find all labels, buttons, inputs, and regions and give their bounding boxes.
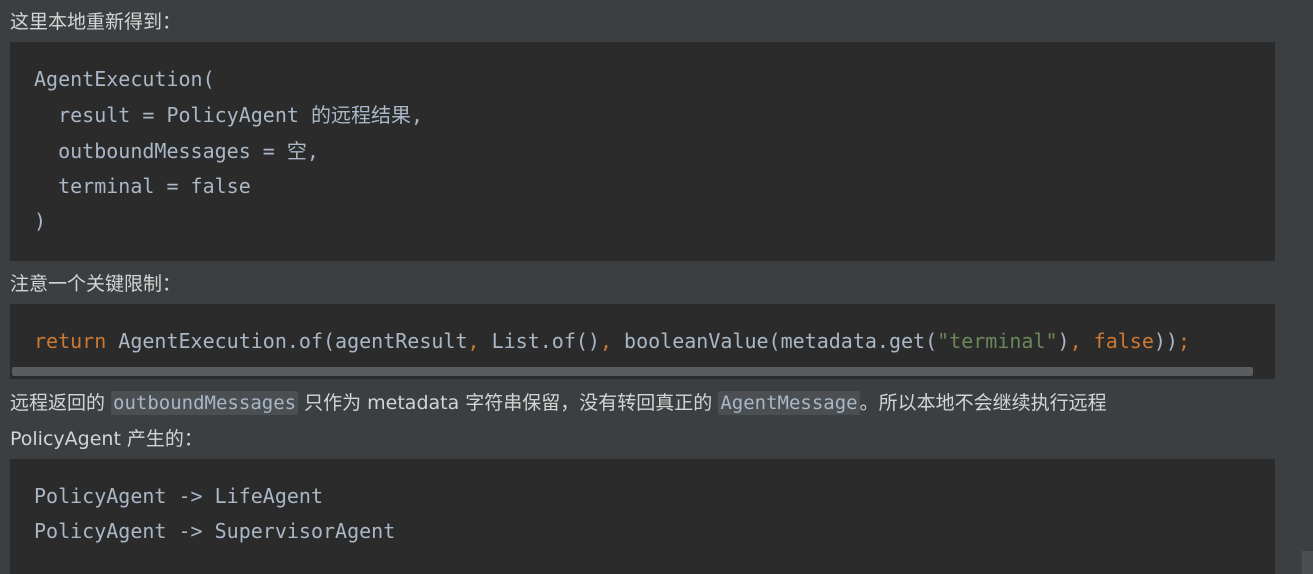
paragraph-explanation-line2: PolicyAgent 产生的：: [10, 428, 203, 450]
code-line: terminal = false: [34, 174, 251, 198]
code-line-return: return AgentExecution.of(agentResult, Li…: [34, 324, 1190, 359]
inline-code-outbound-messages: outboundMessages: [111, 391, 299, 415]
keyword-false: false: [1081, 329, 1154, 353]
inline-code-agent-message: AgentMessage: [718, 391, 860, 415]
paragraph-explanation: 远程返回的 outboundMessages 只作为 metadata 字符串保…: [10, 385, 1107, 421]
vertical-scrollbar[interactable]: [1302, 551, 1313, 574]
paragraph-intro: 这里本地重新得到：: [10, 11, 182, 33]
text: 。所以本地不会继续执行远程: [859, 392, 1107, 414]
code-block-agent-routes: PolicyAgent -> LifeAgent PolicyAgent -> …: [10, 459, 1275, 574]
paragraph-note: 注意一个关键限制：: [10, 273, 182, 295]
horizontal-scrollbar[interactable]: [10, 365, 1275, 379]
code-line: result = PolicyAgent 的远程结果,: [34, 103, 423, 127]
scrollbar-thumb[interactable]: [12, 367, 1253, 376]
keyword-return: return: [34, 329, 107, 353]
code-line: ): [34, 209, 47, 233]
code-block-return-statement: return AgentExecution.of(agentResult, Li…: [10, 304, 1275, 379]
comma: ,: [599, 329, 612, 353]
code-text: booleanValue(metadata.get(: [612, 329, 938, 353]
code-line: PolicyAgent -> SupervisorAgent: [34, 519, 396, 543]
code-line: PolicyAgent -> LifeAgent: [34, 484, 323, 508]
comma: ,: [1069, 329, 1082, 353]
text: 远程返回的: [10, 392, 112, 414]
string-literal: "terminal": [937, 329, 1058, 353]
code-text: AgentExecution.of(agentResult: [106, 329, 468, 353]
code-text: ): [1057, 329, 1070, 353]
code-block-agent-execution: AgentExecution( result = PolicyAgent 的远程…: [10, 42, 1275, 261]
code-text: List.of(): [479, 329, 600, 353]
code-text: )): [1153, 329, 1178, 353]
comma: ,: [467, 329, 480, 353]
semicolon: ;: [1177, 329, 1191, 353]
code-line: outboundMessages = 空,: [34, 139, 319, 163]
code-line: AgentExecution(: [34, 67, 215, 91]
text: 只作为 metadata 字符串保留，没有转回真正的: [298, 392, 719, 414]
